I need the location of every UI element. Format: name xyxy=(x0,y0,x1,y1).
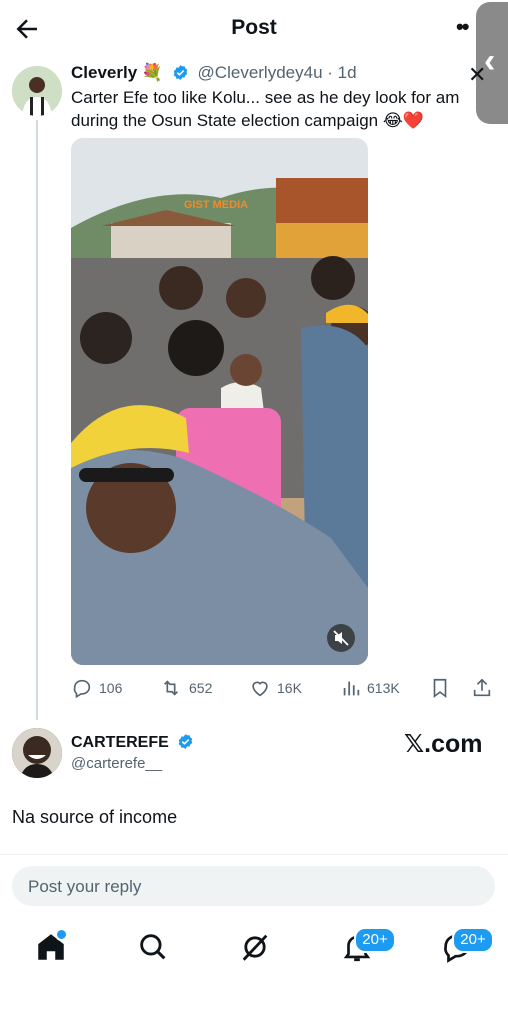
grok-icon xyxy=(242,934,268,961)
home-tab[interactable] xyxy=(34,928,68,964)
tweet-actions: 106 652 16K 613K xyxy=(71,676,501,700)
like-button[interactable]: 16K xyxy=(249,676,302,700)
reply-placeholder: Post your reply xyxy=(28,877,142,896)
divider xyxy=(0,854,508,855)
repost-button[interactable]: 652 xyxy=(159,676,212,700)
share-button[interactable] xyxy=(471,676,499,700)
more-options-icon[interactable]: •• xyxy=(456,14,469,40)
reply-author-name[interactable]: CARTEREFE xyxy=(71,734,169,751)
x-com-logo: 𝕏.com xyxy=(404,730,483,758)
grok-tab[interactable] xyxy=(238,930,272,964)
reply-input[interactable]: Post your reply xyxy=(12,866,495,906)
author-name[interactable]: Cleverly xyxy=(71,63,137,82)
share-icon xyxy=(473,678,491,697)
bottom-nav: 20+ 20+ xyxy=(0,918,508,978)
tweet-header: Cleverly 💐 @Cleverlydey4u · 1d xyxy=(71,63,357,83)
video-thumbnail[interactable]: GIST MEDIA xyxy=(71,138,368,665)
reply-avatar[interactable] xyxy=(12,728,62,778)
meta-separator: · xyxy=(327,63,333,82)
reply-button[interactable]: 106 xyxy=(71,676,122,700)
verified-badge-icon xyxy=(173,65,188,80)
bookmark-icon xyxy=(433,678,447,698)
repost-count: 652 xyxy=(189,680,213,696)
reply-header: CARTEREFE @carterefe__ xyxy=(71,733,198,772)
mute-toggle[interactable] xyxy=(327,624,355,652)
notifications-badge: 20+ xyxy=(354,927,396,953)
tweet-text: Carter Efe too like Kolu... see as he de… xyxy=(71,88,460,130)
search-icon xyxy=(140,934,166,960)
like-count: 16K xyxy=(277,680,302,696)
page-title: Post xyxy=(231,16,277,39)
reply-text: Na source of income xyxy=(12,807,178,827)
avatar[interactable] xyxy=(12,66,62,116)
home-unread-dot xyxy=(55,928,68,941)
reply-author-handle[interactable]: @carterefe__ xyxy=(71,755,198,772)
reply-count: 106 xyxy=(99,680,123,696)
close-icon[interactable]: ✕ xyxy=(468,62,486,88)
verified-badge-icon xyxy=(179,734,193,749)
views-button[interactable]: 613K xyxy=(341,676,400,700)
search-tab[interactable] xyxy=(136,930,170,964)
muted-speaker-icon xyxy=(333,630,349,646)
author-emoji: 💐 xyxy=(141,63,164,82)
media-watermark: GIST MEDIA xyxy=(184,199,248,211)
reply-icon xyxy=(73,679,91,699)
repost-icon xyxy=(163,680,179,696)
messages-badge: 20+ xyxy=(452,927,494,953)
video-scene: GIST MEDIA xyxy=(71,138,368,665)
post-age: 1d xyxy=(337,63,357,82)
thread-connector xyxy=(36,120,38,720)
top-bar: Post •• xyxy=(0,0,508,58)
notifications-tab[interactable]: 20+ xyxy=(340,927,396,964)
messages-tab[interactable]: 20+ xyxy=(440,927,494,964)
analytics-icon xyxy=(343,681,360,696)
heart-icon xyxy=(252,681,268,697)
view-count: 613K xyxy=(367,680,400,696)
author-handle[interactable]: @Cleverlydey4u xyxy=(198,63,323,82)
bookmark-button[interactable] xyxy=(429,676,457,700)
